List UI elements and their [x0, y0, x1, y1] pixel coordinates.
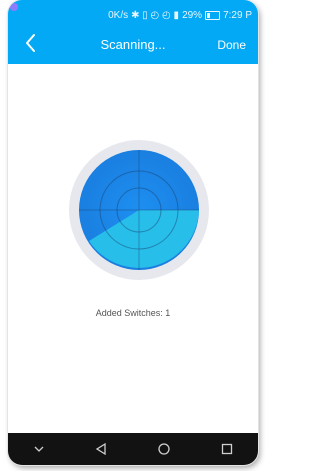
status-time: 7:29 P [223, 9, 252, 21]
app-header: Scanning... Done [8, 30, 258, 64]
back-triangle-icon[interactable] [94, 442, 108, 456]
system-nav-bar [8, 433, 258, 465]
status-icons: ✱ ▯ ◴ ◴ ▮ [131, 9, 180, 21]
added-switches-count: Added Switches: 1 [95, 308, 171, 318]
status-bar: 0K/s ✱ ▯ ◴ ◴ ▮ 29% 7:29 P [8, 0, 258, 30]
recents-square-icon[interactable] [220, 442, 234, 456]
phone-frame: 0K/s ✱ ▯ ◴ ◴ ▮ 29% 7:29 P Scanning... Do… [8, 0, 258, 465]
chevron-down-icon[interactable] [33, 443, 45, 455]
radar-scanner [69, 140, 209, 280]
home-circle-icon[interactable] [157, 442, 171, 456]
battery-percent: 29% [182, 9, 203, 21]
battery-icon [205, 10, 221, 20]
network-speed: 0K/s [108, 9, 129, 21]
notification-dot-icon [10, 3, 18, 11]
done-button[interactable]: Done [217, 30, 246, 60]
